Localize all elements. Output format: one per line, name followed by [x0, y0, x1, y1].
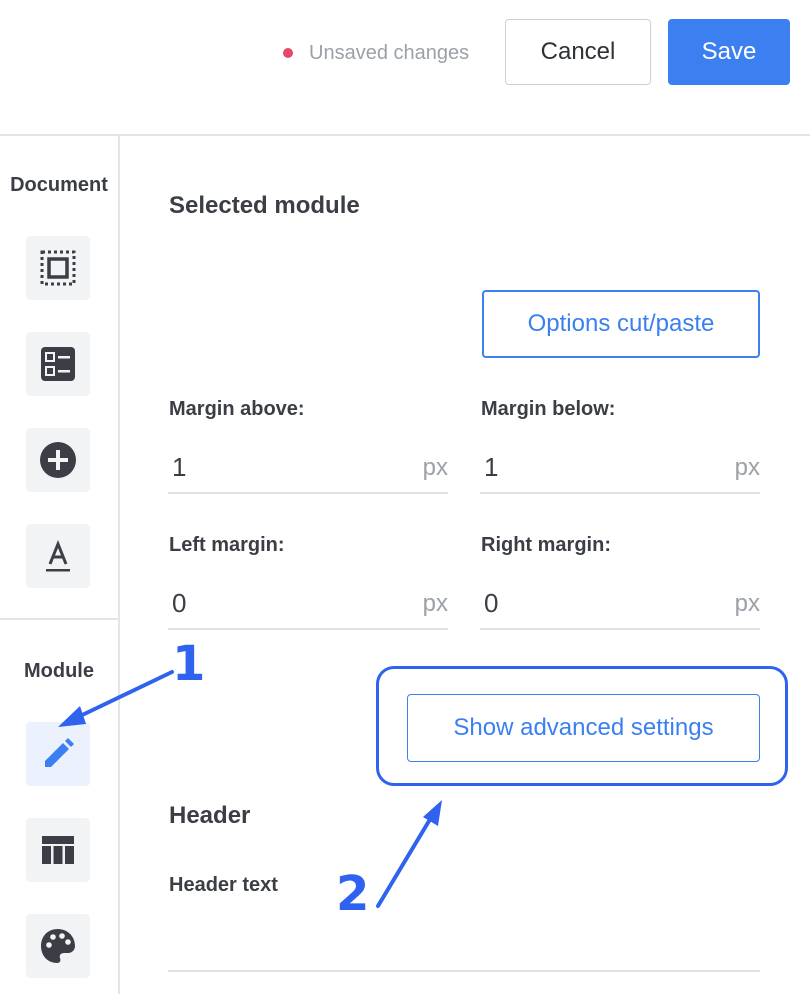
- margin-above-unit: px: [422, 454, 448, 481]
- module-settings-panel: Selected module Options cut/paste Margin…: [120, 136, 810, 994]
- right-margin-unit: px: [734, 590, 760, 617]
- top-toolbar: Unsaved changes Cancel Save: [0, 0, 810, 134]
- text-format-icon: [46, 539, 70, 572]
- margin-above-value[interactable]: 1: [172, 452, 186, 483]
- right-margin-value[interactable]: 0: [484, 588, 498, 619]
- margin-above-field[interactable]: 1 px: [168, 444, 448, 494]
- margin-below-unit: px: [734, 454, 760, 481]
- sidebar-item-palette[interactable]: [26, 914, 90, 978]
- add-circle-icon: [40, 442, 76, 478]
- sidebar-item-table[interactable]: [26, 818, 90, 882]
- margin-above-label: Margin above:: [169, 398, 305, 420]
- margin-below-label: Margin below:: [481, 398, 616, 420]
- right-margin-field[interactable]: 0 px: [480, 580, 760, 630]
- right-margin-label: Right margin:: [481, 534, 611, 556]
- left-margin-field[interactable]: 0 px: [168, 580, 448, 630]
- annotation-step-2: 2: [336, 866, 370, 922]
- left-margin-unit: px: [422, 590, 448, 617]
- save-button[interactable]: Save: [668, 19, 790, 85]
- unsaved-status: Unsaved changes: [283, 38, 469, 68]
- sidebar-item-list[interactable]: [26, 332, 90, 396]
- palette-icon: [41, 929, 75, 963]
- left-margin-value[interactable]: 0: [172, 588, 186, 619]
- sidebar-item-edit[interactable]: [26, 722, 90, 786]
- sidebar-item-text[interactable]: [26, 524, 90, 588]
- sidebar: Document Module: [0, 136, 118, 994]
- pencil-icon: [45, 738, 74, 767]
- margin-below-value[interactable]: 1: [484, 452, 498, 483]
- sidebar-heading-document: Document: [10, 174, 108, 196]
- header-text-field[interactable]: [168, 922, 760, 972]
- sidebar-heading-module: Module: [24, 660, 94, 682]
- annotation-highlight-box: [376, 666, 788, 786]
- header-text-label: Header text: [169, 874, 278, 896]
- list-layout-icon: [41, 347, 75, 381]
- unsaved-status-text: Unsaved changes: [309, 41, 470, 64]
- margin-below-field[interactable]: 1 px: [480, 444, 760, 494]
- table-icon: [42, 836, 74, 864]
- sidebar-item-add[interactable]: [26, 428, 90, 492]
- sidebar-divider: [0, 618, 118, 620]
- annotation-step-1: 1: [172, 636, 206, 692]
- frame-select-icon: [40, 250, 76, 286]
- selected-module-title: Selected module: [169, 192, 360, 219]
- unsaved-dot-icon: [283, 48, 293, 58]
- options-cut-paste-button[interactable]: Options cut/paste: [482, 290, 760, 358]
- sidebar-item-frame[interactable]: [26, 236, 90, 300]
- left-margin-label: Left margin:: [169, 534, 285, 556]
- header-section-title: Header: [169, 802, 251, 829]
- cancel-button[interactable]: Cancel: [505, 19, 651, 85]
